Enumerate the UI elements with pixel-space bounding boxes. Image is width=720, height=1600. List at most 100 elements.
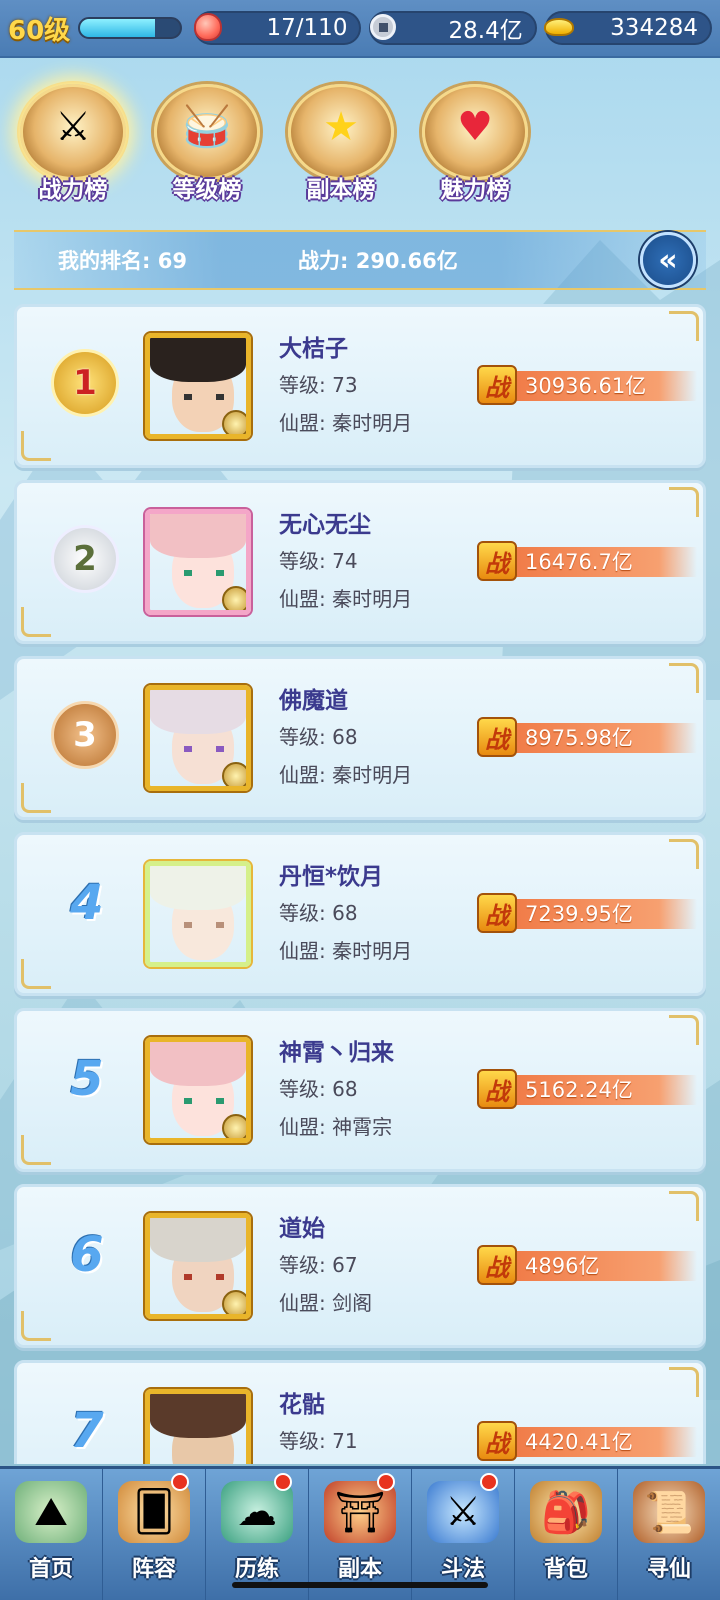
player-name: 道始 bbox=[279, 1216, 325, 1242]
battle-power-icon: 战 bbox=[477, 1245, 517, 1285]
island-icon: ⛰ bbox=[15, 1481, 87, 1543]
rank-number: 5 bbox=[70, 1051, 104, 1107]
nav-label: 阵容 bbox=[131, 1557, 176, 1582]
player-level: 等级: 68 bbox=[279, 1077, 358, 1101]
tab-label: 战力榜 bbox=[38, 177, 108, 203]
power-value: 4420.41亿 bbox=[525, 1430, 633, 1454]
player-guild: 仙盟: 秦时明月 bbox=[279, 411, 413, 435]
battle-power-icon: 战 bbox=[477, 893, 517, 933]
power-value-bar: 战 16476.7亿 bbox=[477, 541, 697, 581]
player-name: 丹恒*饮月 bbox=[279, 864, 384, 890]
player-name: 无心无尘 bbox=[279, 512, 371, 538]
ranking-row[interactable]: 4 丹恒*饮月 等级: 68 仙盟: 秦时明月 战 7239.95亿 bbox=[14, 832, 706, 996]
power-value-bar: 战 5162.24亿 bbox=[477, 1069, 697, 1109]
notification-dot bbox=[171, 1473, 189, 1491]
player-guild: 仙盟: 秦时明月 bbox=[279, 763, 413, 787]
home-indicator[interactable] bbox=[232, 1582, 488, 1588]
power-value: 30936.61亿 bbox=[525, 374, 647, 398]
player-name: 佛魔道 bbox=[279, 688, 348, 714]
rank-number: 7 bbox=[70, 1403, 104, 1459]
battle-power-icon: 战 bbox=[477, 717, 517, 757]
back-button[interactable]: « bbox=[640, 232, 696, 288]
gold-value: 334284 bbox=[610, 15, 698, 41]
scroll-icon: 📜 bbox=[633, 1481, 705, 1543]
tab-label: 等级榜 bbox=[172, 177, 242, 203]
gold-medal-icon: 1 bbox=[51, 349, 119, 417]
ranking-tabs: ⚔ 战力榜 🥁 等级榜 ★ 副本榜 ♥ 魅力榜 bbox=[14, 78, 534, 204]
avatar[interactable] bbox=[145, 861, 251, 967]
ranking-row[interactable]: 1 大桔子 等级: 73 仙盟: 秦时明月 战 30936.61亿 bbox=[14, 304, 706, 468]
player-level: 等级: 68 bbox=[279, 901, 358, 925]
nav-dungeon[interactable]: ⛩ 副本 bbox=[309, 1469, 412, 1600]
player-guild: 仙盟: 秦时明月 bbox=[279, 587, 413, 611]
player-level: 60级 bbox=[8, 15, 71, 46]
resource-bar: 60级 17/110 28.4亿 334284 bbox=[0, 0, 720, 58]
tab-level-ranking[interactable]: 🥁 等级榜 bbox=[148, 78, 266, 204]
nav-label: 副本 bbox=[337, 1557, 382, 1582]
tab-charm-ranking[interactable]: ♥ 魅力榜 bbox=[416, 78, 534, 204]
ranking-row[interactable]: 2 无心无尘 等级: 74 仙盟: 秦时明月 战 16476.7亿 bbox=[14, 480, 706, 644]
player-name: 花骷 bbox=[279, 1392, 325, 1418]
my-power: 战力: 290.66亿 bbox=[298, 249, 458, 273]
power-value-bar: 战 30936.61亿 bbox=[477, 365, 697, 405]
exp-bar-fill bbox=[80, 19, 156, 37]
power-value: 16476.7亿 bbox=[525, 550, 633, 574]
power-value-bar: 战 7239.95亿 bbox=[477, 893, 697, 933]
power-value-bar: 战 8975.98亿 bbox=[477, 717, 697, 757]
nav-battle[interactable]: ⚔ 斗法 bbox=[412, 1469, 515, 1600]
avatar[interactable] bbox=[145, 685, 251, 791]
player-level: 等级: 68 bbox=[279, 725, 358, 749]
tab-label: 副本榜 bbox=[306, 177, 376, 203]
silver-value: 28.4亿 bbox=[448, 18, 523, 44]
notification-dot bbox=[274, 1473, 292, 1491]
gold-counter[interactable]: 334284 bbox=[543, 11, 712, 45]
rank-number: 4 bbox=[70, 875, 104, 931]
power-value: 7239.95亿 bbox=[525, 902, 633, 926]
nav-home[interactable]: ⛰ 首页 bbox=[0, 1469, 103, 1600]
bottom-nav: ⛰ 首页 🂠 阵容 ☁ 历练 ⛩ 副本 ⚔ 斗法 🎒 背包 📜 寻仙 bbox=[0, 1466, 720, 1600]
nav-training[interactable]: ☁ 历练 bbox=[206, 1469, 309, 1600]
stamina-counter[interactable]: 17/110 bbox=[194, 11, 362, 45]
ranking-row[interactable]: 7 花骷 等级: 71 战 4420.41亿 bbox=[14, 1360, 706, 1464]
avatar[interactable] bbox=[145, 1037, 251, 1143]
rank-badge-icon bbox=[222, 1114, 246, 1138]
avatar[interactable] bbox=[145, 333, 251, 439]
player-guild: 仙盟: 剑阁 bbox=[279, 1291, 373, 1315]
coin-icon bbox=[365, 9, 401, 45]
nav-label: 斗法 bbox=[440, 1557, 485, 1582]
battle-power-icon: 战 bbox=[477, 365, 517, 405]
avatar[interactable] bbox=[145, 509, 251, 615]
battle-power-icon: 战 bbox=[477, 1421, 517, 1461]
avatar[interactable] bbox=[145, 1389, 251, 1464]
ranking-row[interactable]: 5 神霄丶归来 等级: 68 仙盟: 神霄宗 战 5162.24亿 bbox=[14, 1008, 706, 1172]
rank-badge-icon bbox=[222, 410, 246, 434]
exp-bar bbox=[78, 17, 183, 39]
ranking-row[interactable]: 6 道始 等级: 67 仙盟: 剑阁 战 4896亿 bbox=[14, 1184, 706, 1348]
nav-bag[interactable]: 🎒 背包 bbox=[515, 1469, 618, 1600]
player-guild: 仙盟: 秦时明月 bbox=[279, 939, 413, 963]
ranking-row[interactable]: 3 佛魔道 等级: 68 仙盟: 秦时明月 战 8975.98亿 bbox=[14, 656, 706, 820]
bronze-medal-icon: 3 bbox=[51, 701, 119, 769]
gold-ingot-icon bbox=[541, 9, 577, 45]
nav-label: 首页 bbox=[28, 1557, 73, 1582]
silver-counter[interactable]: 28.4亿 bbox=[369, 11, 537, 45]
battle-power-icon: 战 bbox=[477, 541, 517, 581]
back-arrow-icon: « bbox=[658, 242, 678, 278]
rank-number: 6 bbox=[70, 1227, 104, 1283]
tab-label: 魅力榜 bbox=[440, 177, 510, 203]
notification-dot bbox=[480, 1473, 498, 1491]
nav-label: 寻仙 bbox=[646, 1557, 691, 1582]
tab-dungeon-ranking[interactable]: ★ 副本榜 bbox=[282, 78, 400, 204]
nav-seek-immortal[interactable]: 📜 寻仙 bbox=[618, 1469, 720, 1600]
rank-badge-icon bbox=[222, 1290, 246, 1314]
peach-icon bbox=[190, 9, 226, 45]
battle-power-icon: 战 bbox=[477, 1069, 517, 1109]
nav-lineup[interactable]: 🂠 阵容 bbox=[103, 1469, 206, 1600]
ranking-list[interactable]: 1 大桔子 等级: 73 仙盟: 秦时明月 战 30936.61亿 2 无心无尘… bbox=[14, 304, 706, 1464]
nav-label: 背包 bbox=[543, 1557, 588, 1582]
my-rank: 我的排名: 69 bbox=[58, 249, 187, 273]
player-level: 等级: 74 bbox=[279, 549, 358, 573]
player-level: 等级: 73 bbox=[279, 373, 358, 397]
tab-power-ranking[interactable]: ⚔ 战力榜 bbox=[14, 78, 132, 204]
avatar[interactable] bbox=[145, 1213, 251, 1319]
